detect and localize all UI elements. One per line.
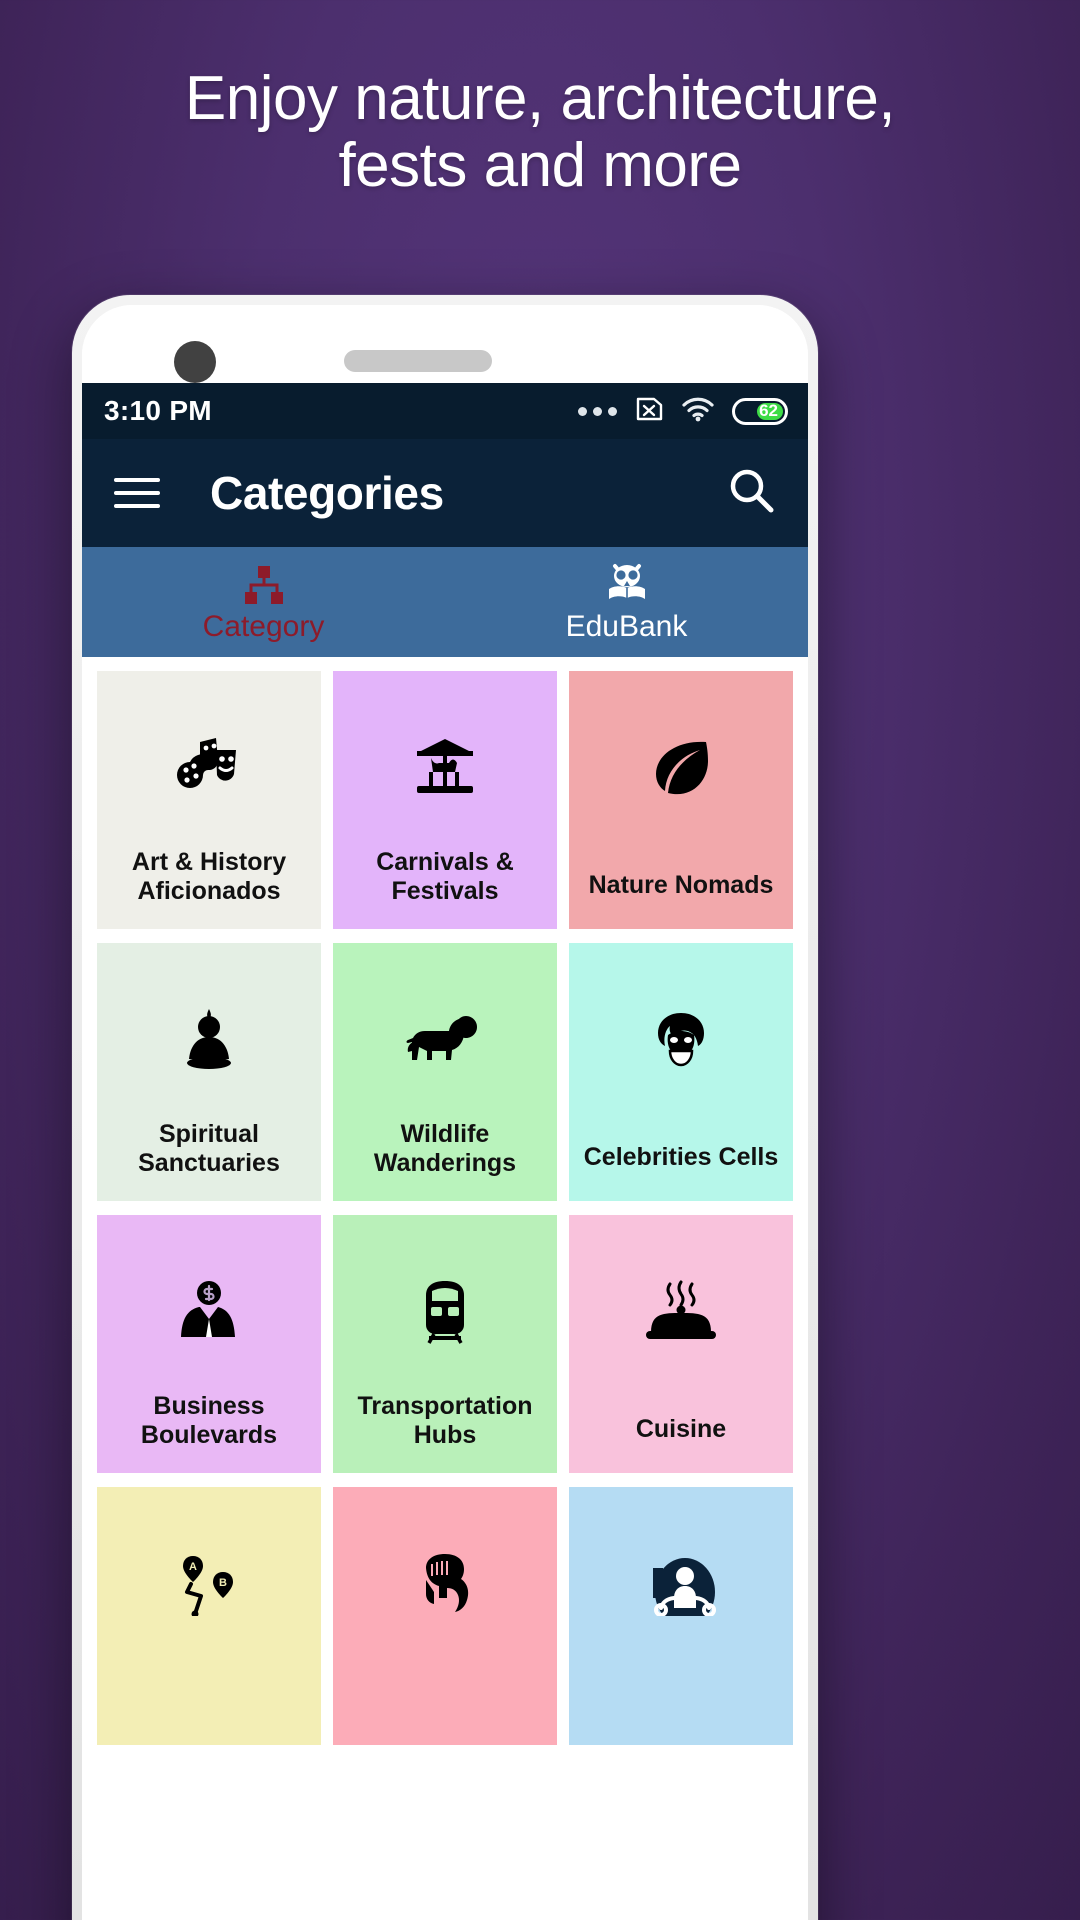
status-bar-icons: 62 bbox=[578, 396, 788, 427]
category-label: Cuisine bbox=[635, 1414, 727, 1443]
tab-category[interactable]: Category bbox=[82, 547, 445, 657]
app-bar: Categories bbox=[82, 439, 808, 547]
battery-percent: 62 bbox=[759, 401, 778, 420]
svg-text:B: B bbox=[219, 1577, 227, 1589]
category-label bbox=[105, 1715, 313, 1723]
sitemap-icon bbox=[241, 560, 287, 606]
category-grid: Art & History Aficionados Carnivals & Fe… bbox=[82, 657, 808, 1745]
spartan-helmet-icon bbox=[412, 1545, 478, 1623]
phone-mockup: 3:10 PM 62 Categories Category EduBank A… bbox=[72, 295, 818, 1920]
category-label: Business Boulevards bbox=[140, 1392, 278, 1449]
tab-bar: Category EduBank bbox=[82, 547, 808, 657]
leaf-icon bbox=[648, 729, 714, 807]
phone-screen: 3:10 PM 62 Categories Category EduBank A… bbox=[82, 383, 808, 1920]
battery-icon: 62 bbox=[732, 397, 788, 425]
category-label: Transportation Hubs bbox=[357, 1392, 533, 1449]
earpiece-speaker bbox=[344, 350, 492, 372]
promo-headline: Enjoy nature, architecture, fests and mo… bbox=[0, 64, 1080, 200]
lion-icon bbox=[405, 1001, 485, 1079]
category-label: Carnivals & Festivals bbox=[376, 848, 514, 905]
category-card[interactable]: Spiritual Sanctuaries bbox=[97, 943, 321, 1201]
owl-book-icon bbox=[601, 560, 653, 606]
wifi-icon bbox=[681, 396, 715, 427]
theatre-masks-palette-icon bbox=[172, 729, 246, 807]
tab-edubank-label: EduBank bbox=[565, 610, 688, 643]
category-card[interactable]: Business Boulevards bbox=[97, 1215, 321, 1473]
category-card[interactable]: Nature Nomads bbox=[569, 671, 793, 929]
category-card[interactable]: A B bbox=[97, 1487, 321, 1745]
more-dots-icon bbox=[578, 406, 617, 416]
route-a-to-b-icon: A B bbox=[173, 1545, 245, 1623]
front-camera-icon bbox=[174, 341, 216, 383]
tab-category-label: Category bbox=[202, 610, 325, 643]
category-label: Nature Nomads bbox=[588, 870, 774, 899]
svg-text:A: A bbox=[189, 1561, 197, 1573]
carousel-icon bbox=[409, 729, 481, 807]
phone-body: 3:10 PM 62 Categories Category EduBank A… bbox=[82, 305, 808, 1920]
category-card[interactable]: Art & History Aficionados bbox=[97, 671, 321, 929]
category-card[interactable]: Celebrities Cells bbox=[569, 943, 793, 1201]
category-label: Celebrities Cells bbox=[583, 1142, 779, 1171]
category-label: Wildlife Wanderings bbox=[373, 1120, 517, 1177]
category-card[interactable]: Transportation Hubs bbox=[333, 1215, 557, 1473]
no-sim-icon bbox=[634, 396, 664, 427]
category-card[interactable]: Cuisine bbox=[569, 1215, 793, 1473]
food-cloche-icon bbox=[644, 1273, 718, 1351]
status-bar: 3:10 PM 62 bbox=[82, 383, 808, 439]
celebrity-face-icon bbox=[650, 1001, 712, 1079]
promo-line-2: fests and more bbox=[338, 130, 742, 200]
category-label bbox=[577, 1715, 785, 1723]
tab-edubank[interactable]: EduBank bbox=[445, 547, 808, 657]
category-card[interactable] bbox=[333, 1487, 557, 1745]
buddha-icon bbox=[180, 1001, 238, 1079]
category-card[interactable]: Carnivals & Festivals bbox=[333, 671, 557, 929]
meditation-person-icon bbox=[637, 1545, 725, 1623]
businessman-dollar-icon bbox=[178, 1273, 240, 1351]
category-label: Art & History Aficionados bbox=[131, 848, 287, 905]
train-icon bbox=[417, 1273, 473, 1351]
status-bar-clock: 3:10 PM bbox=[104, 395, 212, 426]
category-card[interactable]: Wildlife Wanderings bbox=[333, 943, 557, 1201]
hamburger-menu-icon[interactable] bbox=[114, 478, 160, 508]
search-icon[interactable] bbox=[726, 465, 778, 522]
category-label bbox=[341, 1715, 549, 1723]
category-card[interactable] bbox=[569, 1487, 793, 1745]
phone-hardware-top bbox=[82, 305, 808, 383]
page-title: Categories bbox=[210, 467, 444, 519]
promo-line-1: Enjoy nature, architecture, bbox=[184, 64, 896, 133]
category-label: Spiritual Sanctuaries bbox=[138, 1120, 280, 1177]
